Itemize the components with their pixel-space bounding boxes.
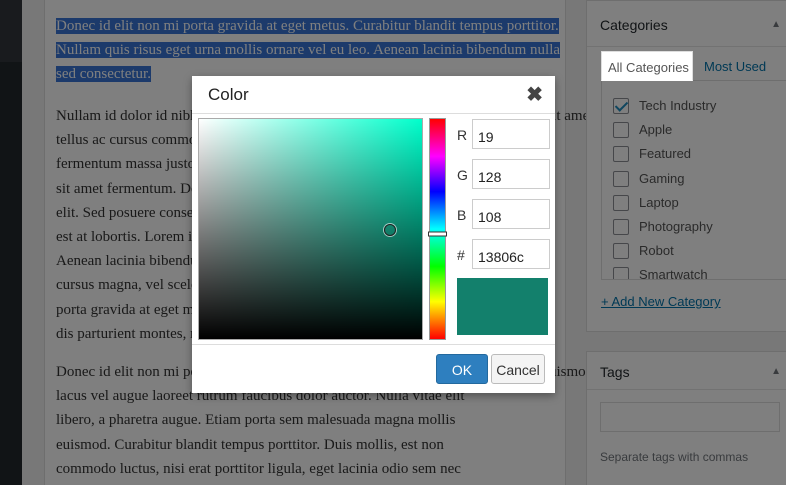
close-icon[interactable]: ✖ <box>526 82 543 107</box>
dialog-title: Color <box>208 85 249 104</box>
tab-all-categories[interactable]: All Categories <box>601 51 693 81</box>
hue-slider[interactable] <box>428 118 447 340</box>
red-label: R <box>457 127 468 143</box>
color-cursor[interactable] <box>384 224 397 236</box>
blue-label: B <box>457 207 467 223</box>
hex-label: # <box>457 247 465 263</box>
saturation-value-picker[interactable] <box>198 118 423 340</box>
divider <box>192 344 555 345</box>
color-preview-swatch <box>457 278 548 335</box>
green-label: G <box>457 167 468 183</box>
green-input[interactable] <box>472 159 550 189</box>
divider <box>192 113 555 114</box>
ok-button[interactable]: OK <box>436 354 488 384</box>
hue-slider-handle[interactable] <box>428 231 447 237</box>
hex-input[interactable] <box>472 239 550 269</box>
cancel-button[interactable]: Cancel <box>491 354 545 384</box>
red-input[interactable] <box>472 119 550 149</box>
color-picker-dialog: Color ✖ R G B # OK Cancel <box>192 76 555 393</box>
blue-input[interactable] <box>472 199 550 229</box>
